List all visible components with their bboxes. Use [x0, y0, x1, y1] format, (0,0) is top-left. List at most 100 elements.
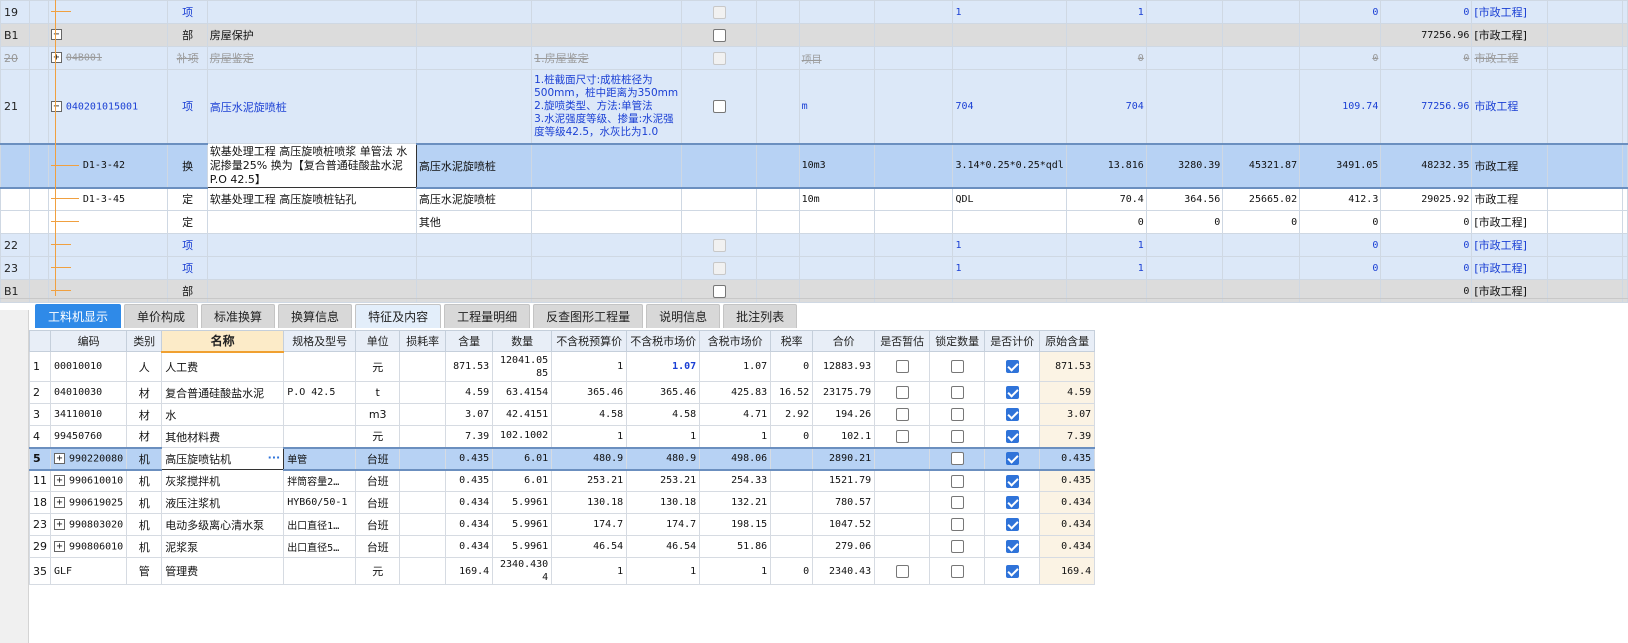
resource-row[interactable]: 35 GLF 管管理费元 169.4 2340.4304 1 1 1 0 2340.43 169.4 — [29, 557, 1096, 585]
item-code-cell[interactable] — [47, 233, 169, 257]
resource-name[interactable]: 高压旋喷钻机 ··· — [161, 447, 285, 470]
item-content[interactable] — [415, 233, 533, 257]
resource-spec[interactable] — [283, 403, 357, 426]
loss-rate[interactable] — [399, 425, 447, 448]
resource-spec[interactable] — [283, 557, 357, 585]
content-amount[interactable]: 0.435 — [445, 446, 494, 471]
is-priced-checkbox[interactable] — [1005, 564, 1019, 578]
quantity[interactable]: 13.816 — [1065, 142, 1147, 189]
quantity[interactable]: 5.9961 — [492, 535, 553, 558]
item-feature[interactable] — [531, 23, 683, 47]
is-priced-checkbox[interactable] — [1005, 496, 1019, 510]
content-amount[interactable]: 3.07 — [445, 403, 494, 426]
column-header[interactable]: 是否计价 — [984, 330, 1041, 352]
expand-toggle[interactable]: + — [50, 52, 62, 64]
quantity[interactable]: 6.01 — [492, 446, 553, 471]
is-priced-checkbox[interactable] — [1005, 386, 1019, 400]
is-estimate-checkbox[interactable] — [895, 408, 909, 422]
market-price[interactable]: 365.46 — [626, 381, 701, 404]
loss-rate[interactable] — [399, 403, 447, 426]
item-content[interactable] — [415, 256, 533, 280]
collapse-toggle[interactable]: − — [50, 100, 62, 112]
resource-spec[interactable]: 出口直径5… — [283, 535, 357, 558]
resource-code[interactable]: 00010010 — [49, 351, 128, 382]
column-header[interactable]: 锁定数量 — [929, 330, 986, 352]
loss-rate[interactable] — [399, 446, 447, 471]
quantity[interactable]: 0 — [1065, 210, 1147, 234]
bill-row[interactable]: 21−040201015001 项高压水泥旋喷桩 1.桩截面尺寸:成桩桩径为500m… — [0, 69, 1628, 144]
is-priced-checkbox[interactable] — [1005, 474, 1019, 488]
quantity[interactable]: 704 — [1065, 69, 1147, 144]
quantity[interactable]: 6.01 — [492, 469, 553, 492]
item-code-cell[interactable] — [47, 0, 169, 24]
item-content[interactable]: 其他 — [415, 210, 533, 234]
budget-price[interactable]: 480.9 — [551, 446, 628, 471]
resource-name[interactable]: 水 — [161, 403, 285, 426]
resource-name[interactable]: 复合普通硅酸盐水泥 — [161, 381, 285, 404]
tab-6[interactable]: 工程量明细 — [444, 304, 531, 328]
lock-quantity-checkbox[interactable] — [950, 408, 964, 422]
item-feature[interactable]: 1.房屋鉴定 — [531, 46, 683, 70]
content-amount[interactable]: 0.435 — [445, 469, 494, 492]
market-price[interactable]: 46.54 — [626, 535, 701, 558]
resource-name[interactable]: 灰浆搅拌机 — [161, 469, 285, 492]
quantity[interactable]: 5.9961 — [492, 491, 553, 514]
resource-name[interactable]: 液压注浆机 — [161, 491, 285, 514]
column-header[interactable]: 是否暂估 — [874, 330, 931, 352]
market-price[interactable]: 174.7 — [626, 513, 701, 536]
quantity[interactable] — [1065, 279, 1147, 303]
expand-toggle[interactable]: + — [54, 540, 65, 552]
item-code-cell[interactable] — [47, 279, 169, 303]
item-name[interactable] — [206, 233, 417, 257]
item-content[interactable] — [415, 23, 533, 47]
item-feature[interactable] — [531, 210, 683, 234]
resource-spec[interactable]: 出口直径1… — [283, 513, 357, 536]
resource-name[interactable]: 电动多级离心清水泵 — [161, 513, 285, 536]
resource-row[interactable]: 1 00010010 人人工费元 871.53 12041.0585 1 1.07 1.07 0… — [29, 351, 1096, 382]
column-header[interactable]: 数量 — [492, 330, 553, 352]
resource-row[interactable]: 3 34110010 材水 m3 3.07 42.4151 4.58 4.58 4.71 2.92… — [29, 403, 1096, 426]
bill-row[interactable]: 20 +04B001 补项 房屋鉴定 1.房屋鉴定 项目 0 0 0 市政工程 — [0, 46, 1628, 70]
resource-spec[interactable] — [283, 351, 357, 382]
resource-name[interactable]: 泥浆泵 — [161, 535, 285, 558]
collapse-toggle[interactable]: − — [50, 29, 62, 41]
budget-price[interactable]: 130.18 — [551, 491, 628, 514]
tax-rate[interactable] — [770, 491, 814, 514]
item-code-cell[interactable]: D1-3-42 — [47, 142, 169, 189]
quantity[interactable]: 12041.0585 — [492, 351, 553, 382]
item-feature[interactable] — [531, 0, 683, 24]
item-code-cell[interactable]: − — [47, 23, 169, 47]
market-price[interactable]: 1 — [626, 425, 701, 448]
content-amount[interactable]: 7.39 — [445, 425, 494, 448]
content-amount[interactable]: 0.434 — [445, 535, 494, 558]
resource-code[interactable]: 99450760 — [49, 425, 128, 448]
column-header[interactable]: 含量 — [445, 330, 494, 352]
lock-quantity-checkbox[interactable] — [950, 540, 964, 554]
content-amount[interactable]: 0.434 — [445, 491, 494, 514]
lock-quantity-checkbox[interactable] — [950, 386, 964, 400]
is-priced-checkbox[interactable] — [1005, 408, 1019, 422]
item-code-cell[interactable]: D1-3-45 — [47, 187, 169, 211]
column-header[interactable]: 编码 — [49, 330, 128, 352]
resource-code[interactable]: +990220080 — [49, 446, 128, 471]
market-price[interactable]: 1 — [626, 557, 701, 585]
item-checkbox[interactable] — [712, 284, 726, 298]
resource-spec[interactable]: 单管 — [283, 446, 357, 471]
bill-row[interactable]: 19 项 1 1 0 0 [市政工程] — [0, 0, 1628, 24]
resource-code[interactable]: +990806010 — [49, 535, 128, 558]
item-feature[interactable] — [531, 279, 683, 303]
quantity[interactable]: 2340.4304 — [492, 557, 553, 585]
tax-rate[interactable]: 0 — [770, 425, 814, 448]
tax-market-price[interactable]: 1 — [699, 425, 772, 448]
lock-quantity-checkbox[interactable] — [950, 518, 964, 532]
lock-quantity-checkbox[interactable] — [950, 564, 964, 578]
bill-row[interactable]: 定其他 0 0 0 0 0 [市政工程] — [0, 210, 1628, 234]
more-button[interactable]: ··· — [268, 451, 281, 464]
bill-row[interactable]: D1-3-42 换软基处理工程 高压旋喷桩喷浆 单管法 水泥掺量25% 换为【复合… — [0, 142, 1628, 189]
quantity[interactable]: 70.4 — [1065, 187, 1147, 211]
loss-rate[interactable] — [399, 513, 447, 536]
item-checkbox[interactable] — [712, 28, 726, 42]
quantity-expression[interactable] — [952, 23, 1067, 47]
column-header[interactable]: 合价 — [812, 330, 876, 352]
tax-rate[interactable]: 0 — [770, 557, 814, 585]
